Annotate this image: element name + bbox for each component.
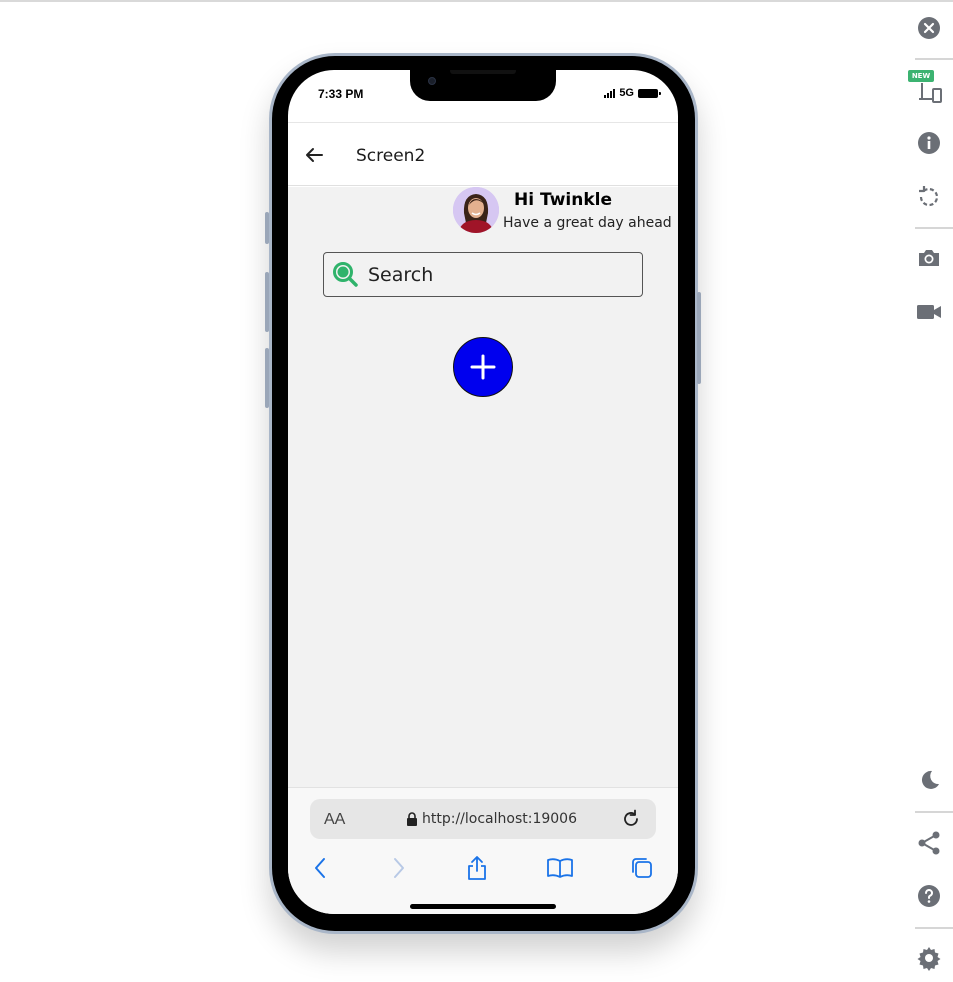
phone-volume-up xyxy=(265,272,269,332)
search-box[interactable] xyxy=(323,252,643,297)
toolbar-divider xyxy=(915,58,953,60)
help-button[interactable] xyxy=(905,876,953,916)
avatar xyxy=(453,187,499,233)
chevron-right-icon xyxy=(394,858,404,878)
toolbar-divider xyxy=(915,927,953,929)
url-text: http://localhost:19006 xyxy=(422,811,577,827)
dark-mode-button[interactable] xyxy=(905,760,953,800)
battery-icon xyxy=(638,88,661,98)
front-camera xyxy=(428,77,436,85)
toolbar-divider xyxy=(915,811,953,813)
devtools-toolbar: NEW xyxy=(905,0,953,982)
share-icon xyxy=(468,856,486,880)
share-button[interactable] xyxy=(905,823,953,863)
settings-button[interactable] xyxy=(905,938,953,978)
browser-bookmarks-button[interactable] xyxy=(542,850,578,886)
main-content: Hi Twinkle Have a great day ahead xyxy=(288,187,678,787)
greeting-subtitle: Have a great day ahead xyxy=(503,215,672,231)
search-icon xyxy=(333,262,358,287)
browser-nav xyxy=(288,850,678,886)
rotate-icon xyxy=(919,186,939,207)
browser-tabs-button[interactable] xyxy=(624,850,660,886)
info-icon xyxy=(918,132,940,154)
chevron-left-icon xyxy=(315,858,325,878)
book-icon xyxy=(547,858,573,878)
signal-icon xyxy=(604,88,616,98)
record-button[interactable] xyxy=(905,292,953,332)
search-input[interactable] xyxy=(368,261,628,289)
address-bar[interactable]: AA http://localhost:19006 xyxy=(310,799,656,839)
notch xyxy=(410,70,556,101)
phone-mute-switch xyxy=(265,212,269,244)
phone-screen: 7:33 PM 5G Screen2 Hi Twinkle Have a gre… xyxy=(288,70,678,914)
gear-icon xyxy=(917,947,941,971)
camera-icon xyxy=(919,250,939,266)
home-indicator xyxy=(410,904,556,909)
greeting-name: Hi Twinkle xyxy=(514,190,612,210)
browser-toolbar: AA http://localhost:19006 xyxy=(288,787,678,914)
app-header: Screen2 xyxy=(288,122,678,186)
phone-volume-down xyxy=(265,348,269,408)
rotate-button[interactable] xyxy=(905,177,953,217)
toolbar-divider xyxy=(915,227,953,229)
plus-icon xyxy=(470,354,496,380)
close-icon xyxy=(918,17,940,39)
status-indicators: 5G xyxy=(604,87,661,99)
video-icon xyxy=(917,305,941,319)
text-size-button[interactable]: AA xyxy=(324,811,345,829)
info-button[interactable] xyxy=(905,123,953,163)
browser-share-button[interactable] xyxy=(459,850,495,886)
browser-forward-button[interactable] xyxy=(380,850,416,886)
screenshot-button[interactable] xyxy=(905,238,953,278)
share-icon xyxy=(918,831,940,855)
lock-icon xyxy=(407,812,417,826)
new-badge: NEW xyxy=(908,70,934,82)
help-icon xyxy=(918,885,940,907)
status-time: 7:33 PM xyxy=(318,87,364,101)
moon-icon xyxy=(921,770,939,789)
reload-icon[interactable] xyxy=(620,808,642,830)
network-label: 5G xyxy=(619,87,634,99)
avatar-image xyxy=(453,187,499,233)
close-button[interactable] xyxy=(905,8,953,48)
tabs-icon xyxy=(632,858,652,878)
add-button[interactable] xyxy=(453,337,513,397)
phone-power-button xyxy=(697,292,701,384)
speaker xyxy=(450,70,516,74)
page-title: Screen2 xyxy=(356,146,426,166)
back-button[interactable] xyxy=(302,143,326,167)
top-border xyxy=(0,0,953,2)
arrow-left-icon xyxy=(306,148,323,162)
browser-back-button[interactable] xyxy=(303,850,339,886)
